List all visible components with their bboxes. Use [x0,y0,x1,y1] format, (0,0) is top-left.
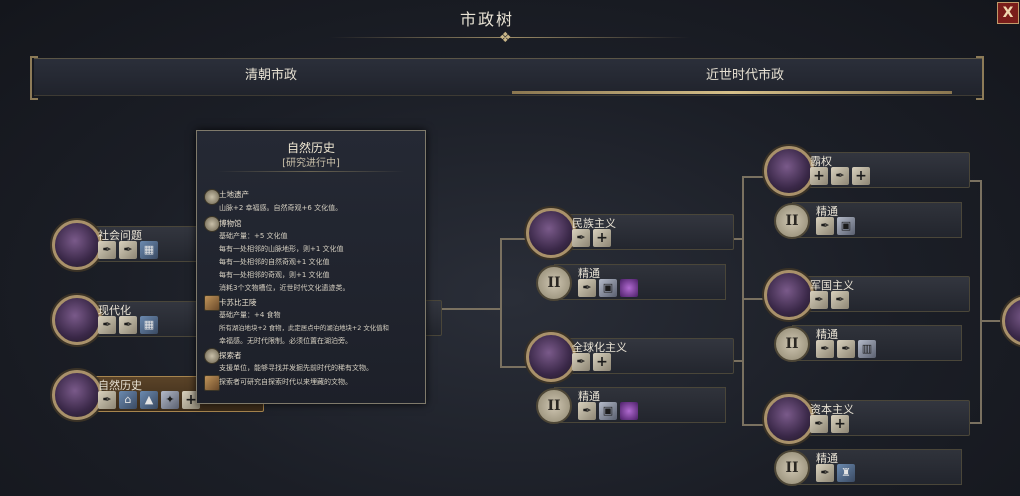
tooltip-natural-history: 自然历史 [研究进行中] 土地遗产 山脉+2 幸福感。自然奇观+6 文化值。 博… [196,130,426,404]
quill-icon: ✒ [572,353,590,371]
plus-icon: + [852,167,870,185]
tooltip-line: 每有一处相邻的奇观，则+1 文化值 [219,271,330,279]
quill-icon: ✒ [119,316,137,334]
plus-icon: + [593,353,611,371]
connector-line [742,176,744,426]
connector-line [742,424,766,426]
roman-two-icon: II [774,450,810,486]
tab-selected-indicator [512,91,952,94]
tooltip-divider [217,171,405,172]
civic-node-globalism[interactable]: 全球化主义 ✒ + [526,332,734,382]
building-icon: ▥ [858,340,876,358]
bird-icon: ✦ [161,391,179,409]
connector-line [742,298,766,300]
museum-icon [204,216,220,232]
mastery-node-globalism[interactable]: II 精通 ✒ ▣ [536,387,726,424]
civic-portrait-icon [764,146,814,196]
roman-two-icon: II [774,203,810,239]
mastery-node-capitalism[interactable]: II 精通 ✒ ♜ [774,449,962,486]
tooltip-line: 支援单位，能够寻找并发掘先前时代的稀有文物。 [219,364,373,372]
tooltip-line: 山脉+2 幸福感。自然奇观+6 文化值。 [219,204,343,212]
orb-icon [620,279,638,297]
quill-icon: ✒ [810,291,828,309]
building-icon: ▦ [140,241,158,259]
civic-portrait-icon [52,220,102,270]
orb-icon [620,402,638,420]
tooltip-line: 探索者可研究自探索时代以来埋藏的文物。 [219,378,352,386]
mastery-node-nationalism[interactable]: II 精通 ✒ ▣ [536,264,726,301]
civic-node-modernization[interactable]: 现代化 ✒ ✒ ▦ [52,295,204,345]
tab-modern-civics[interactable]: 近世时代市政 [508,59,982,95]
tooltip-line: 基础产量：+4 食物 [219,311,281,319]
roman-two-icon: II [536,388,572,424]
civic-node-social-question[interactable]: 社会问题 ✒ ✒ ▦ [52,220,204,270]
tab-bar: 清朝市政 近世时代市政 [34,58,982,96]
connector-line [500,238,502,368]
civic-node-militarism[interactable]: 军国主义 ✒ ✒ [764,270,970,320]
civic-node-hegemony[interactable]: 霸权 + ✒ + [764,146,970,196]
building-icon: ▣ [599,279,617,297]
roman-two-icon: II [774,326,810,362]
civic-portrait-icon [764,270,814,320]
tooltip-line: 基础产量：+5 文化值 [219,232,288,240]
roman-two-icon: II [536,265,572,301]
connector-line [980,320,1004,322]
building-icon: ▲ [140,391,158,409]
mastery-node-hegemony[interactable]: II 精通 ✒ ▣ [774,202,962,239]
quill-icon: ✒ [831,167,849,185]
page-title: 市政树 [460,10,515,29]
civic-portrait-icon [52,295,102,345]
quill-icon: ✒ [98,316,116,334]
tooltip-status: [研究进行中] [282,158,340,169]
mastery-node-militarism[interactable]: II 精通 ✒ ✒ ▥ [774,325,962,362]
tooltip-section-head: 土地遗产 [219,190,249,199]
quill-icon: ✒ [578,402,596,420]
plus-icon: + [810,167,828,185]
plus-icon: + [593,229,611,247]
tooltip-line: 每有一处相邻的自然奇观+1 文化值 [219,258,330,266]
quill-icon: ✒ [816,340,834,358]
tab-qing-civics[interactable]: 清朝市政 [34,59,508,95]
close-button[interactable]: X [997,2,1019,24]
building-icon: ♜ [837,464,855,482]
quill-icon: ✒ [572,229,590,247]
quill-icon: ✒ [837,340,855,358]
tooltip-section-head: 探索者 [219,351,242,360]
quill-icon: ✒ [119,241,137,259]
quill-icon [204,189,220,205]
quill-icon: ✒ [578,279,596,297]
quill-icon: ✒ [98,391,116,409]
connector-line [742,176,766,178]
tooltip-line: 消耗3个文物槽位，近世时代文化遗迹类。 [219,284,350,292]
quill-icon: ✒ [816,217,834,235]
tooltip-line: 幸福感。无时代限制。必须位置在湖泊旁。 [219,337,352,345]
civic-node-nationalism[interactable]: 民族主义 ✒ + [526,208,734,258]
quill-icon: ✒ [816,464,834,482]
quill-icon: ✒ [831,291,849,309]
civic-node-capitalism[interactable]: 资本主义 ✒ + [764,394,970,444]
ornament-icon: ❖ [499,30,512,46]
quill-icon: ✒ [98,241,116,259]
civic-portrait-icon [526,332,576,382]
building-icon: ⌂ [119,391,137,409]
tooltip-section-head: 博物馆 [219,219,242,228]
civic-portrait-icon [52,370,102,420]
plus-icon: + [831,415,849,433]
civic-portrait-icon [526,208,576,258]
wonder-icon [204,295,220,311]
building-icon: ▦ [140,316,158,334]
tooltip-section-head: 卡苏比王陵 [219,298,257,307]
plus-icon [204,375,220,391]
building-icon: ▣ [837,217,855,235]
civic-node-next[interactable] [1002,296,1020,346]
building-icon: ▣ [599,402,617,420]
civic-portrait-icon [764,394,814,444]
quill-icon: ✒ [810,415,828,433]
explorer-icon [204,348,220,364]
tooltip-line: 所有湖泊地块+2 食物，此定居点中的湖泊地块+2 文化值和 [219,324,389,332]
tooltip-line: 每有一处相邻的山脉地形，则+1 文化值 [219,245,344,253]
